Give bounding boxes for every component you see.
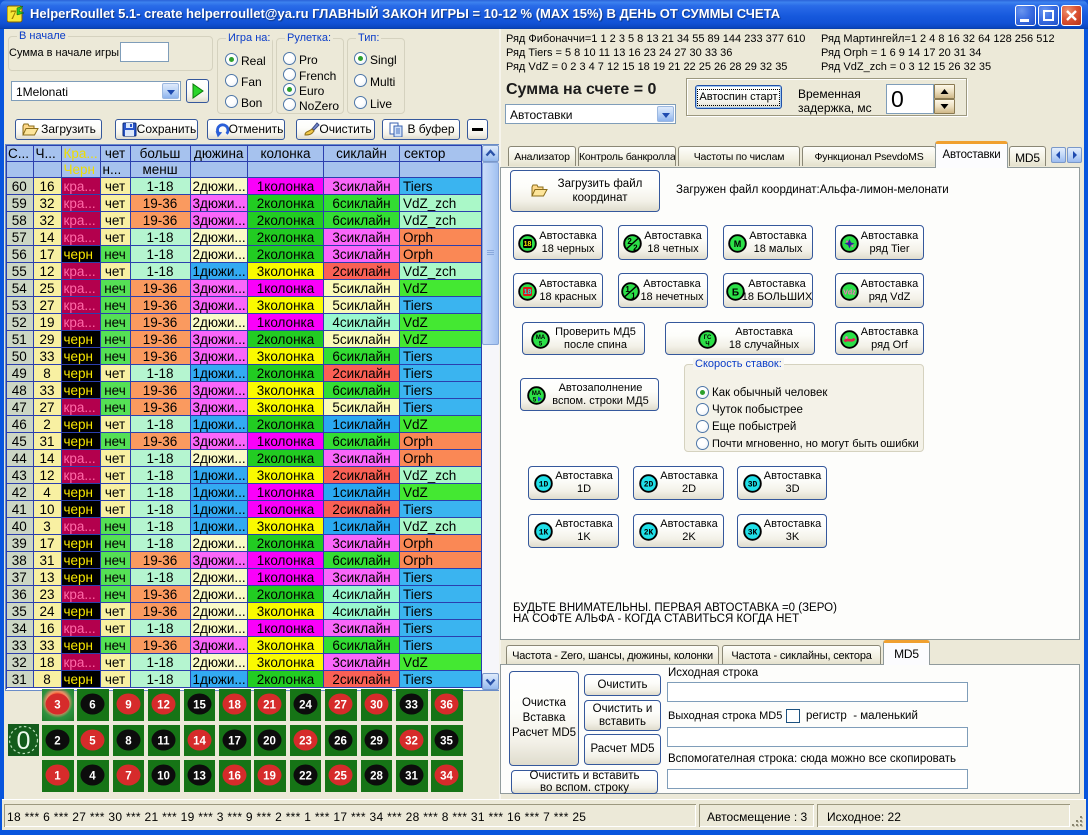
- svg-text:22: 22: [299, 771, 312, 783]
- svg-text:Vdz: Vdz: [843, 290, 856, 297]
- svg-text:18: 18: [524, 289, 532, 296]
- svg-text:33: 33: [405, 700, 418, 712]
- svg-text:24: 24: [299, 700, 312, 712]
- svg-text:2: 2: [633, 244, 638, 253]
- svg-text:0: 0: [17, 727, 31, 755]
- svg-text:13: 13: [193, 771, 206, 783]
- svg-text:26: 26: [334, 735, 347, 747]
- svg-text:3K: 3K: [748, 529, 758, 538]
- svg-text:14: 14: [193, 735, 206, 747]
- svg-text:21: 21: [263, 700, 276, 712]
- svg-text:2: 2: [54, 735, 60, 747]
- svg-text:7: 7: [10, 7, 17, 22]
- svg-text:31: 31: [405, 771, 418, 783]
- svg-text:11: 11: [158, 735, 171, 747]
- svg-text:МА: МА: [532, 391, 542, 397]
- svg-text:4: 4: [90, 771, 97, 783]
- svg-text:МА: МА: [536, 335, 546, 341]
- svg-text:ГС: ГС: [704, 335, 712, 341]
- svg-text:M: M: [734, 239, 742, 249]
- svg-text:15: 15: [193, 700, 206, 712]
- svg-text:34: 34: [440, 771, 453, 783]
- svg-text:17: 17: [228, 735, 241, 747]
- svg-text:2D: 2D: [644, 481, 654, 490]
- svg-text:1K: 1K: [539, 529, 549, 538]
- svg-text:Ч: Ч: [705, 342, 709, 348]
- svg-text:28: 28: [370, 771, 383, 783]
- svg-text:20: 20: [263, 735, 276, 747]
- svg-text:7: 7: [125, 771, 131, 783]
- svg-text:1: 1: [54, 771, 61, 783]
- svg-text:8: 8: [125, 735, 132, 747]
- svg-text:27: 27: [334, 700, 347, 712]
- svg-text:29: 29: [370, 735, 383, 747]
- svg-text:12: 12: [157, 700, 170, 712]
- svg-text:1D: 1D: [539, 481, 549, 490]
- svg-text:1: 1: [631, 292, 636, 301]
- svg-text:5: 5: [90, 735, 97, 747]
- svg-text:19: 19: [263, 771, 276, 783]
- svg-text:30: 30: [370, 700, 383, 712]
- svg-text:35: 35: [440, 735, 453, 747]
- svg-text:23: 23: [299, 735, 312, 747]
- svg-text:16: 16: [228, 771, 241, 783]
- svg-text:36: 36: [440, 700, 453, 712]
- svg-text:2K: 2K: [644, 529, 654, 538]
- svg-text:18: 18: [228, 700, 241, 712]
- svg-text:3D: 3D: [748, 481, 758, 490]
- svg-text:10: 10: [157, 771, 170, 783]
- svg-text:32: 32: [405, 735, 418, 747]
- svg-text:Б: Б: [732, 288, 739, 299]
- svg-text:3: 3: [54, 700, 60, 712]
- svg-text:6: 6: [90, 700, 96, 712]
- svg-text:25: 25: [334, 771, 347, 783]
- svg-text:18: 18: [524, 241, 532, 248]
- svg-text:9: 9: [125, 700, 131, 712]
